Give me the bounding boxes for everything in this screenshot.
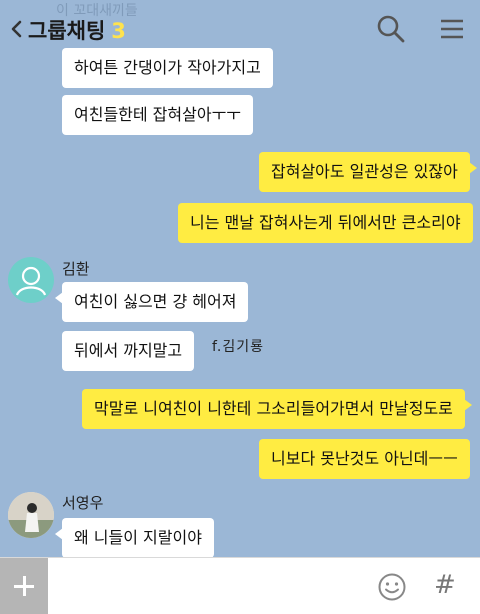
profile-photo-icon	[8, 492, 54, 538]
message-bubble-sent[interactable]: 니는 맨날 잡혀사는게 뒤에서만 큰소리야	[178, 203, 473, 243]
hamburger-menu-icon[interactable]	[436, 13, 468, 45]
message-bubble-received[interactable]: 왜 니들이 지랄이야	[55, 518, 214, 558]
message-bubble-received[interactable]: 뒤에서 까지말고	[62, 331, 195, 371]
message-bubble-sent[interactable]: 막말로 니여친이 니한테 그소리들어가면서 만날정도로	[82, 389, 472, 429]
plus-icon[interactable]	[0, 558, 48, 614]
chat-title: 그룹채팅 3	[28, 15, 126, 45]
avatar[interactable]	[8, 257, 54, 303]
sender-name: 김환	[62, 260, 90, 278]
watermark-text: f.김기룡	[212, 339, 265, 355]
message-input[interactable]	[56, 566, 360, 608]
avatar[interactable]	[8, 492, 54, 538]
message-bubble-received[interactable]: 여친이 싫으면 걍 헤어져	[54, 282, 249, 322]
search-icon[interactable]	[375, 13, 407, 45]
message-bubble-sent[interactable]: 니보다 못난것도 아닌데ㅡㅡ	[259, 439, 470, 479]
hashtag-icon[interactable]: #	[434, 570, 456, 600]
message-bubble-received[interactable]: 여친들한테 잡혀살아ㅜㅜ	[62, 95, 254, 135]
member-count: 3	[111, 19, 126, 43]
sender-name: 서영우	[62, 494, 104, 512]
chat-screen: 이 꼬대새끼들 그룹채팅 3 하여튼 간댕이가 작아가지고 여친들한테 잡혀살아ㅜ…	[0, 0, 480, 614]
message-bubble-sent[interactable]: 잡혀살아도 일관성은 있잖아	[259, 152, 477, 192]
chat-title-text: 그룹채팅	[28, 19, 106, 43]
smiley-icon[interactable]	[377, 572, 407, 602]
default-profile-icon	[15, 266, 47, 296]
message-bubble-received[interactable]: 하여튼 간댕이가 작아가지고	[62, 48, 273, 88]
message-input-bar: #	[0, 557, 480, 614]
chevron-left-icon[interactable]	[6, 14, 26, 44]
